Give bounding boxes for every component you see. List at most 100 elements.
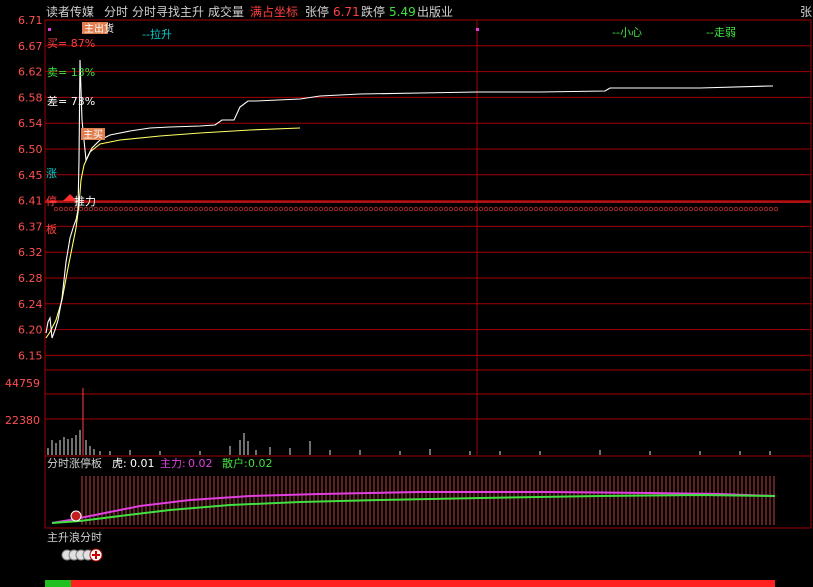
push-ring	[688, 206, 694, 212]
volume-panel-frame	[44, 369, 812, 457]
push-ring	[458, 206, 464, 212]
push-ring	[553, 206, 559, 212]
push-ring	[213, 206, 219, 212]
push-ring	[673, 206, 679, 212]
push-ring	[638, 206, 644, 212]
push-ring	[448, 206, 454, 212]
price-tick: 6.62	[18, 66, 43, 79]
push-ring	[548, 206, 554, 212]
push-ring	[113, 206, 119, 212]
push-ring	[128, 206, 134, 212]
main-force-label: 主力:	[160, 457, 186, 470]
push-ring	[168, 206, 174, 212]
push-ring	[498, 206, 504, 212]
push-ring	[178, 206, 184, 212]
push-ring	[453, 206, 459, 212]
push-ring	[323, 206, 329, 212]
retail-value: 0.02	[248, 457, 273, 470]
label-xiao-xin: --小心	[612, 26, 642, 39]
push-ring	[758, 206, 764, 212]
push-ring	[633, 206, 639, 212]
timeshare-chart[interactable]: 6.71 6.67 6.62 6.58 6.54 6.50 6.45 6.41 6.37 6.32…	[0, 0, 813, 587]
push-ring	[763, 206, 769, 212]
push-ring	[288, 206, 294, 212]
push-ring	[658, 206, 664, 212]
industry-label: 出版业	[417, 5, 453, 19]
push-ring	[538, 206, 544, 212]
push-ring	[133, 206, 139, 212]
price-tick: 6.24	[18, 298, 43, 311]
volume-label[interactable]: 成交量	[208, 4, 244, 19]
push-ring	[123, 206, 129, 212]
push-ring	[343, 206, 349, 212]
fullscale-label[interactable]: 满占坐标	[250, 4, 298, 19]
limit-up-value: 6.71	[333, 5, 360, 19]
push-ring	[483, 206, 489, 212]
average-price-line	[45, 127, 301, 339]
push-ring	[578, 206, 584, 212]
price-tick: 6.54	[18, 117, 43, 130]
push-ring	[588, 206, 594, 212]
push-ring	[208, 206, 214, 212]
push-force-label: 推力	[74, 194, 96, 208]
price-tick: 6.20	[18, 324, 43, 337]
push-ring	[613, 206, 619, 212]
tab-timeshare[interactable]: 分时	[104, 5, 128, 19]
push-ring	[698, 206, 704, 212]
indicator-title[interactable]: 分时涨停板	[47, 456, 102, 470]
tiger-label: 虎:	[112, 457, 127, 470]
push-ring	[218, 206, 224, 212]
push-ring	[148, 206, 154, 212]
push-ring	[663, 206, 669, 212]
push-ring	[513, 206, 519, 212]
push-ring	[373, 206, 379, 212]
price-tick: 6.37	[18, 220, 43, 233]
push-ring	[253, 206, 259, 212]
push-ring	[313, 206, 319, 212]
push-ring	[153, 206, 159, 212]
main-sell-tag-text: 主出货	[84, 22, 114, 35]
push-ring	[748, 206, 754, 212]
push-ring	[383, 206, 389, 212]
bottom-title[interactable]: 主升浪分时	[47, 530, 102, 544]
label-la-sheng: --拉升	[142, 27, 172, 41]
push-ring	[413, 206, 419, 212]
push-ring	[388, 206, 394, 212]
push-ring	[103, 206, 109, 212]
push-ring	[523, 206, 529, 212]
push-ring	[98, 206, 104, 212]
push-ring	[618, 206, 624, 212]
push-ring	[533, 206, 539, 212]
push-ring	[248, 206, 254, 212]
push-ring	[293, 206, 299, 212]
push-ring	[193, 206, 199, 212]
push-ring	[233, 206, 239, 212]
side-zhang: 涨	[46, 167, 57, 180]
push-ring	[398, 206, 404, 212]
push-ring	[738, 206, 744, 212]
push-ring	[508, 206, 514, 212]
mid-marker	[476, 28, 479, 31]
push-ring	[603, 206, 609, 212]
indicator-name[interactable]: 分时寻找主升	[132, 5, 204, 19]
push-ring	[463, 206, 469, 212]
price-tick: 6.32	[18, 246, 43, 259]
push-ring	[438, 206, 444, 212]
limit-down-value: 5.49	[389, 5, 416, 19]
push-ring	[478, 206, 484, 212]
push-ring	[648, 206, 654, 212]
push-ring	[243, 206, 249, 212]
push-ring	[703, 206, 709, 212]
signal-markers	[61, 548, 103, 562]
push-ring	[138, 206, 144, 212]
push-ring	[563, 206, 569, 212]
push-ring	[368, 206, 374, 212]
push-ring	[298, 206, 304, 212]
price-tick: 6.67	[18, 40, 43, 53]
price-grid	[45, 45, 811, 356]
push-ring	[403, 206, 409, 212]
price-axis: 6.71 6.67 6.62 6.58 6.54 6.50 6.45 6.41 6.37 6.32…	[18, 14, 43, 362]
push-ring	[503, 206, 509, 212]
stock-name: 读者传媒	[46, 4, 94, 19]
push-ring	[263, 206, 269, 212]
